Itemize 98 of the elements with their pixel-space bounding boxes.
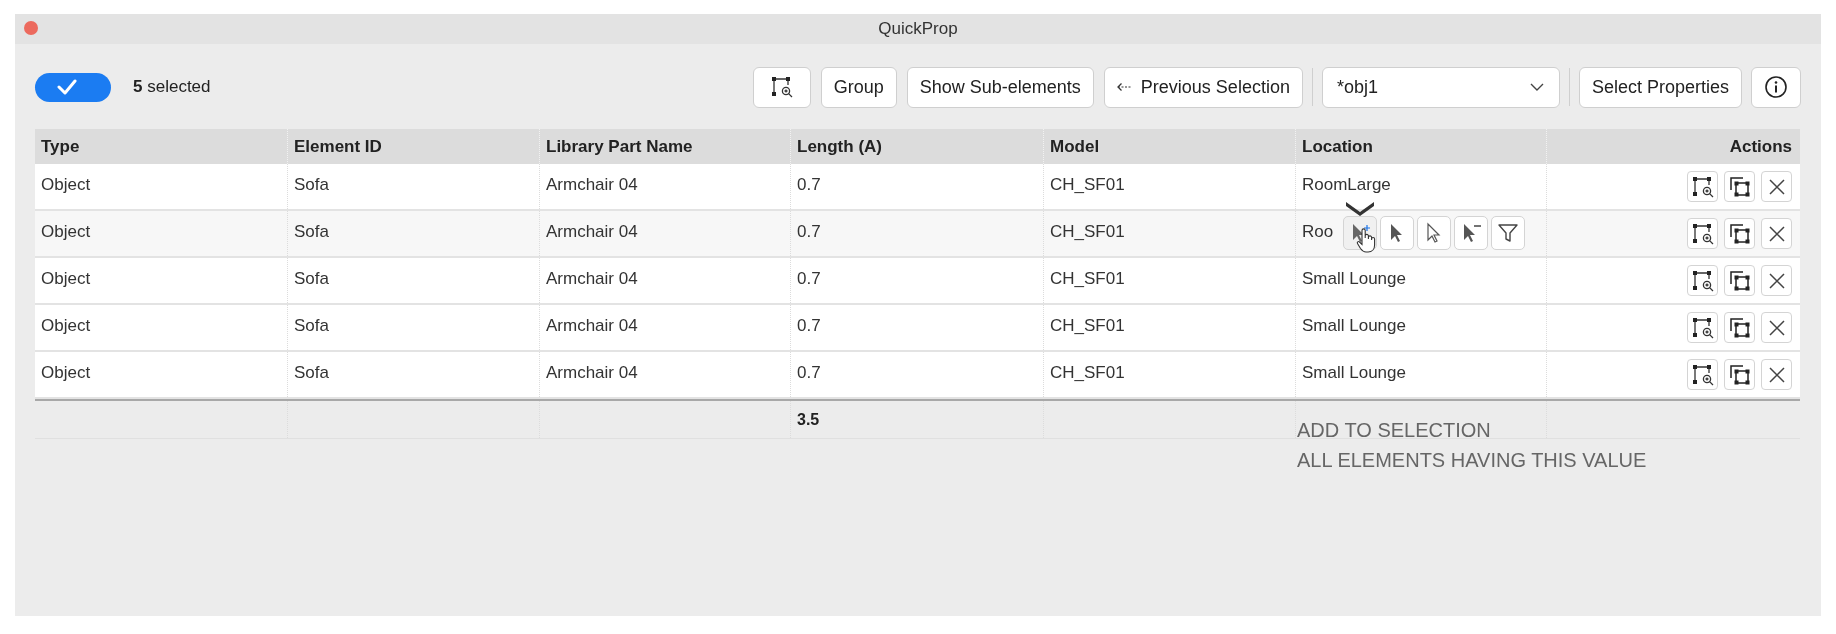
remove-button[interactable] <box>1761 312 1792 343</box>
copy-button[interactable] <box>1724 312 1755 343</box>
filter-icon <box>1497 222 1519 244</box>
toolbar-button[interactable]: Group <box>820 66 897 108</box>
zoom-button[interactable] <box>1687 359 1718 390</box>
zoom-frame-icon <box>1691 269 1714 292</box>
remove-button[interactable] <box>1761 218 1792 249</box>
table-cell: CH_SF01 <box>1050 269 1125 288</box>
table-cell: Object <box>41 363 91 382</box>
select-properties-button[interactable]: Select Properties <box>1578 66 1742 108</box>
table-cell: CH_SF01 <box>1050 222 1125 241</box>
toolbar-button[interactable]: Show Sub-elements <box>906 66 1094 108</box>
table-cell: CH_SF01 <box>1050 363 1125 382</box>
column-header[interactable]: Type <box>41 133 80 160</box>
table-row[interactable]: Object Sofa Armchair 04 0.7 CH_SF01 RoomLarge <box>35 164 1800 211</box>
table-cell: Sofa <box>294 175 329 194</box>
table-cell: Armchair 04 <box>546 269 638 288</box>
zoom-frame-icon <box>770 76 793 98</box>
pointer-chevron-icon <box>1346 202 1374 216</box>
table-cell: Armchair 04 <box>546 175 638 194</box>
copy-frame-icon <box>1728 316 1751 339</box>
window-title: QuickProp <box>878 18 958 41</box>
previous-selection-button[interactable]: Previous Selection <box>1103 66 1303 108</box>
close-icon <box>1766 364 1787 385</box>
table-row[interactable]: Object Sofa Armchair 04 0.7 CH_SF01 Small Lounge <box>35 305 1800 352</box>
check-icon <box>57 79 77 95</box>
table-cell: 0.7 <box>797 269 821 288</box>
column-header[interactable]: Element ID <box>294 133 382 160</box>
zoom-frame-icon <box>1691 222 1714 245</box>
hand-pointer-icon <box>1356 227 1376 253</box>
zoom-button[interactable] <box>1687 171 1718 202</box>
column-header[interactable]: Library Part Name <box>546 133 693 160</box>
zoom-button[interactable] <box>1687 312 1718 343</box>
zoom-frame-icon <box>1691 363 1714 386</box>
close-icon <box>1766 317 1787 338</box>
table-cell: Small Lounge <box>1302 316 1406 335</box>
tooltip-text: ALL ELEMENTS HAVING THIS VALUE <box>1297 449 1647 471</box>
column-header[interactable]: Actions <box>1729 133 1792 160</box>
zoom-button[interactable] <box>752 66 811 108</box>
table-cell: Armchair 04 <box>546 316 638 335</box>
table-cell: Object <box>41 316 91 335</box>
table-cell: Sofa <box>294 363 329 382</box>
close-icon <box>1766 270 1787 291</box>
remove-button[interactable] <box>1761 171 1792 202</box>
close-icon <box>1766 223 1787 244</box>
table-cell: Object <box>41 222 91 241</box>
column-header[interactable]: Location <box>1302 133 1373 160</box>
column-header[interactable]: Length (A) <box>797 133 882 160</box>
table-cell: 0.7 <box>797 175 821 194</box>
remove-button[interactable] <box>1761 265 1792 296</box>
selection-count: 5 selected <box>133 76 211 99</box>
chevron-down-icon <box>1528 82 1545 92</box>
table-cell: Object <box>41 269 91 288</box>
zoom-frame-icon <box>1691 316 1714 339</box>
table-cell: Sofa <box>294 222 329 241</box>
copy-button[interactable] <box>1724 359 1755 390</box>
zoom-frame-icon <box>1691 175 1714 198</box>
value-action-button[interactable] <box>1343 216 1377 250</box>
info-icon <box>1764 75 1788 99</box>
close-icon <box>1766 176 1787 197</box>
table-cell: Sofa <box>294 269 329 288</box>
column-header[interactable]: Model <box>1050 133 1100 160</box>
back-arrow-icon <box>1116 82 1133 92</box>
table-cell: Roo <box>1302 222 1334 241</box>
table-row[interactable]: Object Sofa Armchair 04 0.7 CH_SF01 Small Lounge <box>35 352 1800 399</box>
remove-button[interactable] <box>1761 359 1792 390</box>
table-cell: 0.7 <box>797 316 821 335</box>
copy-frame-icon <box>1728 269 1751 292</box>
table-row[interactable]: Object Sofa Armchair 04 0.7 CH_SF01 Roo <box>35 211 1800 258</box>
total-value: 3.5 <box>797 409 820 430</box>
table-cell: Armchair 04 <box>546 363 638 382</box>
copy-button[interactable] <box>1724 265 1755 296</box>
value-action-button[interactable] <box>1454 216 1488 250</box>
table-cell: Sofa <box>294 316 329 335</box>
table-cell: Small Lounge <box>1302 269 1406 288</box>
object-dropdown[interactable]: *obj1 <box>1321 66 1560 108</box>
table-cell: 0.7 <box>797 363 821 382</box>
copy-frame-icon <box>1728 363 1751 386</box>
table-cell: CH_SF01 <box>1050 316 1125 335</box>
selection-toggle[interactable] <box>35 72 111 102</box>
zoom-button[interactable] <box>1687 265 1718 296</box>
value-action-button[interactable] <box>1417 216 1451 250</box>
table-cell: Object <box>41 175 91 194</box>
table-cell: Armchair 04 <box>546 222 638 241</box>
info-button[interactable] <box>1751 66 1801 108</box>
copy-button[interactable] <box>1724 218 1755 249</box>
table-cell: 0.7 <box>797 222 821 241</box>
zoom-button[interactable] <box>1687 218 1718 249</box>
table-cell: Small Lounge <box>1302 363 1406 382</box>
table-cell: CH_SF01 <box>1050 175 1125 194</box>
value-action-button[interactable] <box>1380 216 1414 250</box>
copy-button[interactable] <box>1724 171 1755 202</box>
table-cell: RoomLarge <box>1302 175 1391 194</box>
table-row[interactable]: Object Sofa Armchair 04 0.7 CH_SF01 Small Lounge <box>35 258 1800 305</box>
copy-frame-icon <box>1728 175 1751 198</box>
value-action-button[interactable] <box>1491 216 1525 250</box>
tooltip-text: ADD TO SELECTION <box>1297 419 1492 441</box>
copy-frame-icon <box>1728 222 1751 245</box>
